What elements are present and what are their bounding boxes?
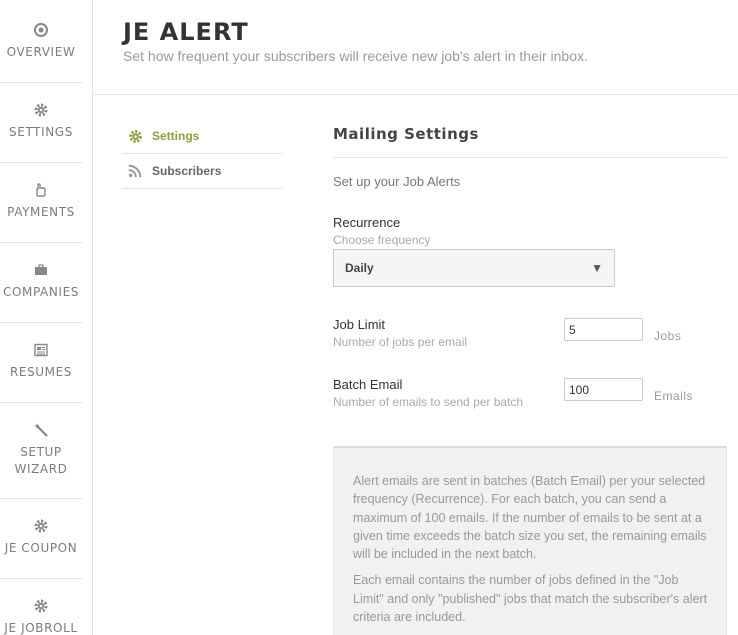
job-limit-unit: Jobs [654,329,682,343]
nav-item-label: JE JOBROLL [4,621,78,635]
nav-item-label: COMPANIES [3,285,79,299]
nav-divider [0,162,82,163]
batch-email-unit: Emails [654,389,694,403]
nav-item-je-jobroll[interactable]: JE JOBROLL [0,598,82,635]
nav-item-overview[interactable]: OVERVIEW [0,22,82,61]
nav-item-label: SETUP [20,445,62,459]
gear-icon [0,598,82,614]
job-limit-label: Job Limit [333,317,386,332]
nav-item-setup-wizard[interactable]: SETUP WIZARD [0,422,82,478]
nav-divider [0,402,82,403]
nav-item-label: JE COUPON [4,541,78,555]
nav-item-resumes[interactable]: RESUMES [0,342,82,381]
nav-divider [0,242,82,243]
nav-item-label: PAYMENTS [7,205,75,219]
nav-divider [0,578,82,579]
submenu-item-label: Subscribers [152,164,222,178]
nav-item-payments[interactable]: PAYMENTS [0,182,82,221]
recurrence-hint: Choose frequency [333,233,431,247]
info-box: Alert emails are sent in batches (Batch … [333,446,727,635]
recurrence-label: Recurrence [333,215,401,230]
submenu-item-subscribers[interactable]: Subscribers [122,154,283,189]
admin-sidebar: OVERVIEW SETTINGS PAYMENTS COMPANIES RES… [0,0,93,635]
page-subtitle: Set how frequent your subscribers will r… [123,48,588,64]
batch-email-label: Batch Email [333,377,403,392]
batch-email-hint: Number of emails to send per batch [333,395,524,409]
section-title: Mailing Settings [333,125,479,143]
job-limit-hint: Number of jobs per email [333,335,468,349]
recurrence-selected-value: Daily [345,261,374,275]
nav-item-settings[interactable]: SETTINGS [0,102,82,141]
header-divider [93,94,738,95]
job-limit-input[interactable] [564,318,643,341]
triangle-down-icon: ▼ [591,261,603,275]
target-icon [0,22,82,38]
briefcase-icon [0,262,82,278]
gear-icon [0,102,82,118]
recurrence-select[interactable]: Daily ▼ [333,249,615,287]
hand-icon [0,182,82,198]
info-paragraph: Each email contains the number of jobs d… [353,573,708,625]
submenu-item-label: Settings [152,129,200,143]
info-paragraph: Alert emails are sent in batches (Batch … [353,474,707,562]
newspaper-icon [0,342,82,358]
page-title: JE ALERT [123,18,249,46]
nav-item-je-coupon[interactable]: JE COUPON [0,518,82,557]
batch-email-input[interactable] [564,378,643,401]
gear-icon [127,128,143,144]
nav-divider [0,82,82,83]
nav-item-label: RESUMES [9,365,73,379]
nav-item-label-line2: WIZARD [14,462,68,476]
submenu-item-settings[interactable]: Settings [122,119,283,154]
nav-item-companies[interactable]: COMPANIES [0,262,82,301]
gear-icon [0,518,82,534]
section-description: Set up your Job Alerts [333,174,461,189]
rss-icon [127,163,143,179]
nav-item-label: SETTINGS [9,125,73,139]
nav-divider [0,498,82,499]
magic-wand-icon [0,422,82,438]
nav-divider [0,322,82,323]
section-divider [333,157,727,158]
nav-item-label: OVERVIEW [6,45,76,59]
